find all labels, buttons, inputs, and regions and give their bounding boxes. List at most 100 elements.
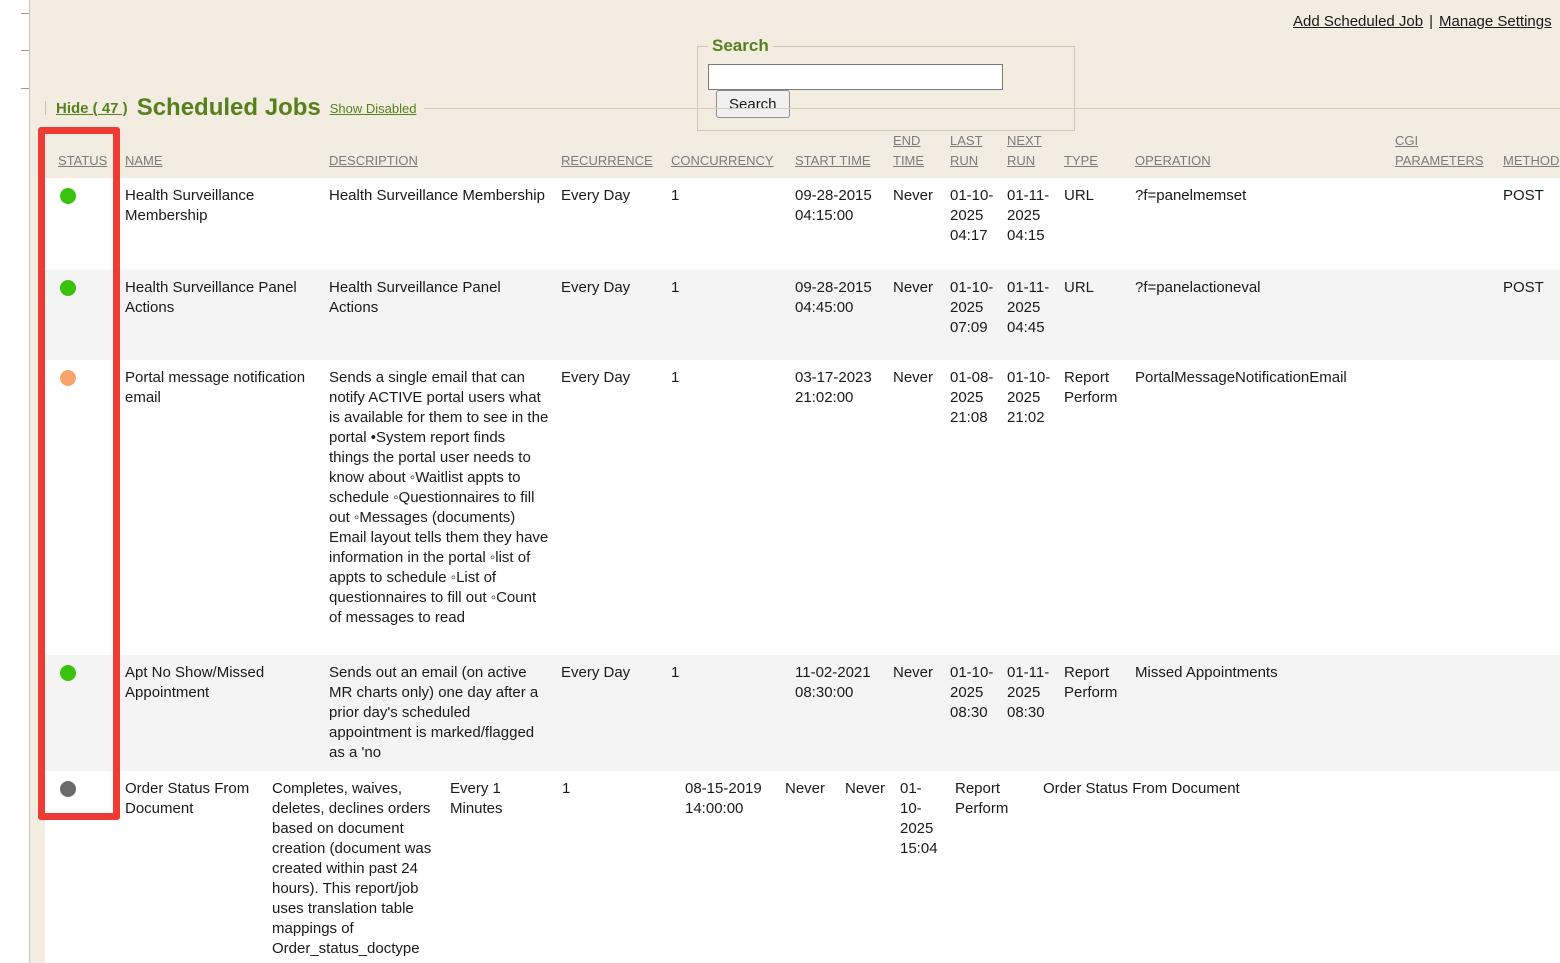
start-time-cell: 11-02-2021 08:30:00 (795, 655, 893, 771)
column-header-end-time[interactable]: END TIME (893, 127, 950, 178)
start-time-cell: 08-15-2019 14:00:00 (685, 771, 785, 963)
ruler-tick (21, 13, 29, 14)
next-run-cell: 01-10-2025 21:02 (1007, 360, 1064, 655)
next-run-cell: 01-11-2025 04:15 (1007, 178, 1064, 270)
status-cell (45, 178, 125, 270)
status-dot-icon[interactable] (60, 665, 76, 681)
show-disabled-link[interactable]: Show Disabled (330, 101, 417, 116)
status-dot-icon[interactable] (60, 188, 76, 204)
column-header-method[interactable]: METHOD (1503, 127, 1560, 178)
column-header-next-run[interactable]: NEXT RUN (1007, 127, 1064, 178)
type-cell: Report Perform (1064, 655, 1135, 771)
operation-cell: Missed Appointments (1135, 655, 1395, 771)
end-time-cell: Never (893, 178, 950, 270)
description-cell: Sends a single email that can notify ACT… (329, 360, 561, 655)
column-header-status[interactable]: STATUS (45, 127, 125, 178)
next-run-cell: 01-10-2025 15:04 (900, 771, 955, 963)
next-run-cell: 01-11-2025 04:45 (1007, 270, 1064, 360)
ruler-tick (21, 50, 29, 51)
table-row[interactable]: Portal message notification email Sends … (45, 360, 1560, 655)
name-cell: Health Surveillance Panel Actions (125, 270, 329, 360)
left-ruler-gutter (0, 0, 30, 963)
column-header-concurrency[interactable]: CONCURRENCY (671, 127, 795, 178)
method-cell (1503, 360, 1560, 655)
table-row[interactable]: Health Surveillance Membership Health Su… (45, 178, 1560, 270)
description-cell: Health Surveillance Panel Actions (329, 270, 561, 360)
next-run-cell: 01-11-2025 08:30 (1007, 655, 1064, 771)
cgi-parameters-cell (1395, 360, 1503, 655)
type-cell: URL (1064, 178, 1135, 270)
recurrence-cell: Every Day (561, 655, 671, 771)
operation-cell: Order Status From Document (1043, 771, 1560, 963)
method-cell (1503, 655, 1560, 771)
last-run-cell: 01-10-2025 08:30 (950, 655, 1007, 771)
concurrency-cell: 1 (671, 178, 795, 270)
status-cell (45, 771, 125, 963)
page-content: Add Scheduled Job | Manage Settings Search… (30, 0, 1560, 963)
operation-cell: PortalMessageNotificationEmail (1135, 360, 1395, 655)
recurrence-cell: Every Day (561, 178, 671, 270)
description-cell: Completes, waives, deletes, declines ord… (272, 771, 450, 963)
operation-cell: ?f=panelmemset (1135, 178, 1395, 270)
top-nav-links: Add Scheduled Job | Manage Settings (1293, 13, 1552, 30)
concurrency-cell: 1 (671, 655, 795, 771)
operation-cell: ?f=panelactioneval (1135, 270, 1395, 360)
name-cell: Order Status From Document (125, 771, 272, 963)
description-cell: Sends out an email (on active MR charts … (329, 655, 561, 771)
cgi-parameters-cell (1395, 655, 1503, 771)
scheduled-jobs-table-continued: Order Status From Document Completes, wa… (45, 771, 1560, 963)
column-header-last-run[interactable]: LAST RUN (950, 127, 1007, 178)
method-cell: POST (1503, 178, 1560, 270)
fieldset-border-stub (45, 101, 46, 115)
last-run-cell: 01-08-2025 21:08 (950, 360, 1007, 655)
scheduled-jobs-section: Hide ( 47 ) Scheduled Jobs Show Disabled… (45, 92, 1560, 963)
end-time-cell: Never (893, 270, 950, 360)
end-time-cell: Never (785, 771, 845, 963)
end-time-cell: Never (893, 360, 950, 655)
table-header-row: STATUS NAME DESCRIPTION RECURRENCE CONCU… (45, 127, 1560, 178)
column-header-recurrence[interactable]: RECURRENCE (561, 127, 671, 178)
table-row[interactable]: Apt No Show/Missed Appointment Sends out… (45, 655, 1560, 771)
last-run-cell: 01-10-2025 04:17 (950, 178, 1007, 270)
end-time-cell: Never (893, 655, 950, 771)
column-header-cgi-parameters[interactable]: CGI PARAMETERS (1395, 127, 1503, 178)
type-cell: URL (1064, 270, 1135, 360)
fieldset-border-line (424, 108, 1560, 109)
scheduled-jobs-page: Add Scheduled Job | Manage Settings Search… (0, 0, 1560, 963)
column-header-type[interactable]: TYPE (1064, 127, 1135, 178)
name-cell: Health Surveillance Membership (125, 178, 329, 270)
start-time-cell: 09-28-2015 04:45:00 (795, 270, 893, 360)
jobs-section-header: Hide ( 47 ) Scheduled Jobs Show Disabled (45, 92, 1560, 124)
hide-count-link[interactable]: Hide ( 47 ) (56, 100, 128, 117)
last-run-cell: Never (845, 771, 900, 963)
column-header-start-time[interactable]: START TIME (795, 127, 893, 178)
search-input[interactable] (708, 64, 1003, 90)
search-panel-legend: Search (708, 36, 773, 56)
page-title: Scheduled Jobs (137, 94, 321, 122)
scheduled-jobs-table: STATUS NAME DESCRIPTION RECURRENCE CONCU… (45, 127, 1560, 771)
table-row[interactable]: Order Status From Document Completes, wa… (45, 771, 1560, 963)
concurrency-cell: 1 (671, 360, 795, 655)
cgi-parameters-cell (1395, 178, 1503, 270)
name-cell: Portal message notification email (125, 360, 329, 655)
status-dot-icon[interactable] (60, 280, 76, 296)
add-scheduled-job-link[interactable]: Add Scheduled Job (1293, 13, 1423, 30)
name-cell: Apt No Show/Missed Appointment (125, 655, 329, 771)
status-cell (45, 655, 125, 771)
column-header-name[interactable]: NAME (125, 127, 329, 178)
start-time-cell: 09-28-2015 04:15:00 (795, 178, 893, 270)
column-header-operation[interactable]: OPERATION (1135, 127, 1395, 178)
table-row[interactable]: Health Surveillance Panel Actions Health… (45, 270, 1560, 360)
concurrency-cell: 1 (562, 771, 685, 963)
column-header-description[interactable]: DESCRIPTION (329, 127, 561, 178)
status-cell (45, 360, 125, 655)
ruler-tick (21, 88, 29, 89)
status-dot-icon[interactable] (60, 781, 76, 797)
status-dot-icon[interactable] (60, 370, 76, 386)
type-cell: Report Perform (1064, 360, 1135, 655)
recurrence-cell: Every 1 Minutes (450, 771, 562, 963)
cgi-parameters-cell (1395, 270, 1503, 360)
manage-settings-link[interactable]: Manage Settings (1439, 13, 1552, 30)
link-separator: | (1429, 13, 1433, 30)
start-time-cell: 03-17-2023 21:02:00 (795, 360, 893, 655)
